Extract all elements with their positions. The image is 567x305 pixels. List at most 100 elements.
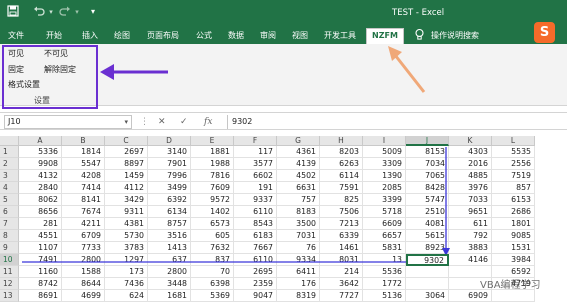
tab-draw[interactable]: 绘图 <box>110 29 134 44</box>
cell[interactable]: 7591 <box>320 182 363 194</box>
cell[interactable]: 4381 <box>105 218 148 230</box>
cell[interactable]: 70 <box>191 266 234 278</box>
column-header-f[interactable]: F <box>234 136 277 146</box>
column-header-h[interactable]: H <box>320 136 363 146</box>
cell[interactable]: 857 <box>492 182 535 194</box>
cell[interactable]: 8183 <box>277 206 320 218</box>
row-header[interactable]: 5 <box>0 194 19 206</box>
column-header-a[interactable]: A <box>19 136 62 146</box>
cell[interactable]: 2016 <box>449 158 492 170</box>
cell[interactable]: 7727 <box>320 290 363 302</box>
cell[interactable]: 8153 <box>406 146 449 158</box>
cell[interactable]: 117 <box>234 146 277 158</box>
cell[interactable]: 1297 <box>105 254 148 266</box>
cell[interactable]: 2800 <box>62 254 105 266</box>
column-header-d[interactable]: D <box>148 136 191 146</box>
column-header-c[interactable]: C <box>105 136 148 146</box>
active-cell[interactable]: 9302 <box>406 254 449 266</box>
cell[interactable]: 4112 <box>105 182 148 194</box>
cell[interactable]: 9651 <box>449 206 492 218</box>
cell[interactable]: 7436 <box>105 278 148 290</box>
cell[interactable]: 8141 <box>62 194 105 206</box>
cell[interactable]: 6411 <box>277 266 320 278</box>
cell[interactable]: 4081 <box>406 218 449 230</box>
cell[interactable]: 7816 <box>191 170 234 182</box>
cell[interactable]: 3984 <box>492 254 535 266</box>
cell[interactable]: 624 <box>105 290 148 302</box>
cell[interactable]: 837 <box>191 254 234 266</box>
cell[interactable]: 8656 <box>19 206 62 218</box>
cell[interactable]: 7667 <box>234 242 277 254</box>
cell[interactable]: 4303 <box>449 146 492 158</box>
cell[interactable]: 1531 <box>492 242 535 254</box>
cell[interactable]: 5747 <box>406 194 449 206</box>
tab-view[interactable]: 视图 <box>288 29 312 44</box>
cell[interactable]: 9908 <box>19 158 62 170</box>
cell[interactable]: 4211 <box>62 218 105 230</box>
cell[interactable]: 3577 <box>234 158 277 170</box>
cell[interactable]: 1681 <box>148 290 191 302</box>
cell[interactable]: 792 <box>449 230 492 242</box>
cell[interactable]: 7996 <box>148 170 191 182</box>
cell[interactable]: 8031 <box>320 254 363 266</box>
cell[interactable]: 757 <box>277 194 320 206</box>
cell[interactable]: 2800 <box>148 266 191 278</box>
cell[interactable]: 9311 <box>105 206 148 218</box>
cell[interactable]: 5536 <box>363 266 406 278</box>
cell[interactable]: 4885 <box>449 170 492 182</box>
cell[interactable]: 2686 <box>492 206 535 218</box>
cell[interactable]: 8644 <box>62 278 105 290</box>
cell[interactable] <box>406 278 449 290</box>
tab-developer[interactable]: 开发工具 <box>320 29 360 44</box>
cell[interactable]: 5336 <box>19 146 62 158</box>
cell[interactable]: 7414 <box>62 182 105 194</box>
cell[interactable]: 1160 <box>19 266 62 278</box>
cell[interactable]: 7519 <box>492 170 535 182</box>
tab-file[interactable]: 文件 <box>4 29 28 44</box>
cell[interactable]: 3309 <box>363 158 406 170</box>
cell[interactable]: 1413 <box>148 242 191 254</box>
cell[interactable]: 8691 <box>19 290 62 302</box>
chevron-down-icon[interactable]: ▾ <box>86 5 100 19</box>
cell[interactable]: 3140 <box>148 146 191 158</box>
cell[interactable]: 1459 <box>105 170 148 182</box>
tab-formulas[interactable]: 公式 <box>192 29 216 44</box>
undo-dropdown-icon[interactable]: ▾ <box>44 5 58 19</box>
tab-insert[interactable]: 插入 <box>78 29 102 44</box>
insert-function-icon[interactable]: fx <box>204 115 212 129</box>
cell[interactable]: 2840 <box>19 182 62 194</box>
cell[interactable]: 3448 <box>148 278 191 290</box>
cell[interactable]: 8319 <box>277 290 320 302</box>
cell[interactable]: 4208 <box>62 170 105 182</box>
cell[interactable]: 9337 <box>234 194 277 206</box>
cell[interactable]: 9047 <box>234 290 277 302</box>
cell[interactable]: 6153 <box>492 194 535 206</box>
row-header[interactable]: 3 <box>0 170 19 182</box>
cell[interactable]: 7031 <box>277 230 320 242</box>
cell[interactable]: 6573 <box>191 218 234 230</box>
cell[interactable]: 176 <box>277 278 320 290</box>
cell[interactable]: 7674 <box>62 206 105 218</box>
cell[interactable]: 173 <box>105 266 148 278</box>
cell[interactable]: 6339 <box>320 230 363 242</box>
cell[interactable]: 3064 <box>406 290 449 302</box>
tab-page-layout[interactable]: 页面布局 <box>143 29 183 44</box>
row-header[interactable]: 6 <box>0 206 19 218</box>
cell[interactable]: 1988 <box>191 158 234 170</box>
cell[interactable]: 1390 <box>363 170 406 182</box>
cell[interactable]: 6114 <box>320 170 363 182</box>
cell[interactable]: 605 <box>191 230 234 242</box>
cell[interactable]: 2695 <box>234 266 277 278</box>
redo-dropdown-icon[interactable]: ▾ <box>70 5 84 19</box>
cell[interactable]: 5831 <box>363 242 406 254</box>
tell-me-search[interactable]: 操作说明搜索 <box>428 29 482 44</box>
cell[interactable]: 8062 <box>19 194 62 206</box>
cell[interactable]: 3883 <box>449 242 492 254</box>
row-header[interactable]: 12 <box>0 278 19 290</box>
cell[interactable]: 1801 <box>492 218 535 230</box>
tab-nzfm[interactable]: NZFM <box>366 28 404 44</box>
cell[interactable]: 611 <box>449 218 492 230</box>
cell[interactable]: 5615 <box>406 230 449 242</box>
cell[interactable]: 6631 <box>277 182 320 194</box>
cell[interactable]: 8923 <box>406 242 449 254</box>
